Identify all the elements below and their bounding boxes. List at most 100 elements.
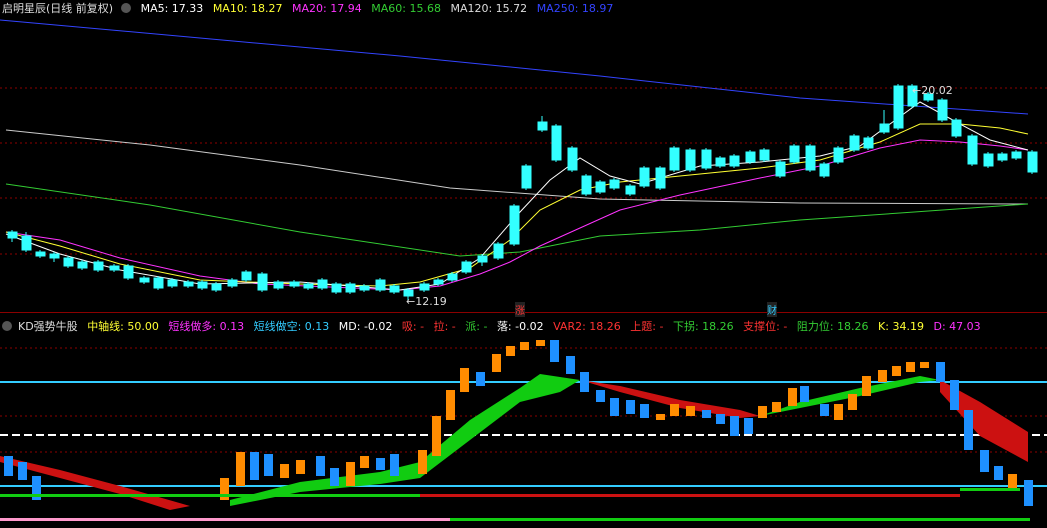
candle-body — [967, 135, 978, 165]
candle-body — [93, 261, 104, 271]
candle-body — [317, 279, 328, 289]
candle-body — [551, 125, 562, 161]
candle-body — [1027, 151, 1038, 173]
kd-bar — [702, 410, 711, 418]
kd-bar — [360, 456, 369, 468]
candle-body — [509, 205, 520, 245]
high-price-label: ←20.02 — [912, 84, 953, 97]
kd-bar — [476, 372, 485, 386]
candle-body — [167, 279, 178, 287]
candle-body — [819, 163, 830, 177]
kd-bar — [250, 452, 259, 480]
candle-body — [537, 121, 548, 131]
candle-body — [581, 175, 592, 195]
kd-bar — [980, 450, 989, 472]
candle-body — [655, 167, 666, 189]
low-arrow-icon: ← — [406, 295, 416, 308]
candle-body — [745, 151, 756, 163]
ma5-line — [5, 101, 1029, 291]
candle-body — [775, 161, 786, 177]
candle-body — [729, 155, 740, 167]
kd-bar — [892, 366, 901, 376]
candle-body — [303, 283, 314, 289]
candle-body — [227, 279, 238, 287]
kd-bar — [640, 404, 649, 418]
kd-bar — [800, 386, 809, 402]
candle-body — [345, 283, 356, 293]
bear-ribbon — [0, 456, 190, 510]
candle-body — [211, 283, 222, 291]
kd-bar — [862, 376, 871, 396]
kd-bar — [848, 394, 857, 410]
candle-body — [893, 85, 904, 129]
candle-body — [359, 285, 370, 291]
kd-bar — [656, 414, 665, 420]
kd-bar — [758, 406, 767, 418]
candle-body — [49, 253, 60, 259]
kd-bar — [460, 368, 469, 392]
kd-bar — [536, 340, 545, 346]
high-arrow-icon: ← — [912, 84, 922, 97]
candle-body — [123, 265, 134, 279]
candle-body — [669, 147, 680, 171]
kd-bar — [670, 404, 679, 416]
signal-strip — [420, 494, 960, 497]
kd-bar — [296, 460, 305, 474]
kd-bar — [376, 458, 385, 470]
candle-body — [493, 243, 504, 259]
candle-body — [715, 157, 726, 167]
candle-body — [109, 265, 120, 271]
signal-strip — [960, 488, 1020, 491]
event-marker-finance[interactable]: 财 — [767, 302, 777, 317]
candle-body — [521, 165, 532, 189]
candle-body — [257, 273, 268, 291]
candle-body — [997, 153, 1008, 161]
kd-bar — [596, 390, 605, 402]
candle-body — [289, 281, 300, 287]
candle-body — [805, 145, 816, 171]
low-price-value: 12.19 — [415, 295, 447, 308]
candle-body — [21, 235, 32, 251]
candle-body — [595, 181, 606, 193]
ma120-line — [5, 129, 1029, 205]
kd-bar — [550, 340, 559, 362]
high-price-value: 20.02 — [921, 84, 953, 97]
candle-body — [625, 185, 636, 195]
candle-body — [759, 149, 770, 161]
candle-body — [685, 149, 696, 171]
candle-body — [983, 153, 994, 167]
kd-bar — [316, 456, 325, 476]
low-price-label: ←12.19 — [406, 295, 447, 308]
kd-bar — [18, 462, 27, 480]
kd-bar — [264, 454, 273, 476]
kd-bar — [566, 356, 575, 374]
kd-bar — [936, 362, 945, 382]
kd-bar — [520, 342, 529, 350]
kd-bar — [820, 404, 829, 416]
kd-bar — [446, 390, 455, 420]
ma10-line — [5, 123, 1029, 287]
candle-body — [447, 273, 458, 281]
kd-bar — [906, 362, 915, 372]
candle-body — [331, 283, 342, 293]
kd-bar — [950, 380, 959, 410]
candle-body — [35, 251, 46, 257]
candle-body — [951, 119, 962, 137]
candle-body — [153, 277, 164, 289]
candle-body — [241, 271, 252, 281]
ma250-line — [0, 19, 1029, 115]
candle-body — [375, 279, 386, 291]
kd-bar — [418, 450, 427, 474]
candle-body — [567, 147, 578, 171]
kd-bar — [492, 354, 501, 372]
candle-body — [63, 257, 74, 267]
kd-bar — [716, 414, 725, 424]
candle-body — [77, 261, 88, 269]
candle-body — [937, 99, 948, 121]
candle-body — [461, 261, 472, 273]
kd-bar — [236, 452, 245, 486]
event-marker-rise[interactable]: 涨 — [515, 302, 525, 317]
chart-canvas[interactable] — [0, 0, 1047, 528]
candle-body — [419, 283, 430, 291]
kd-bar — [346, 462, 355, 486]
